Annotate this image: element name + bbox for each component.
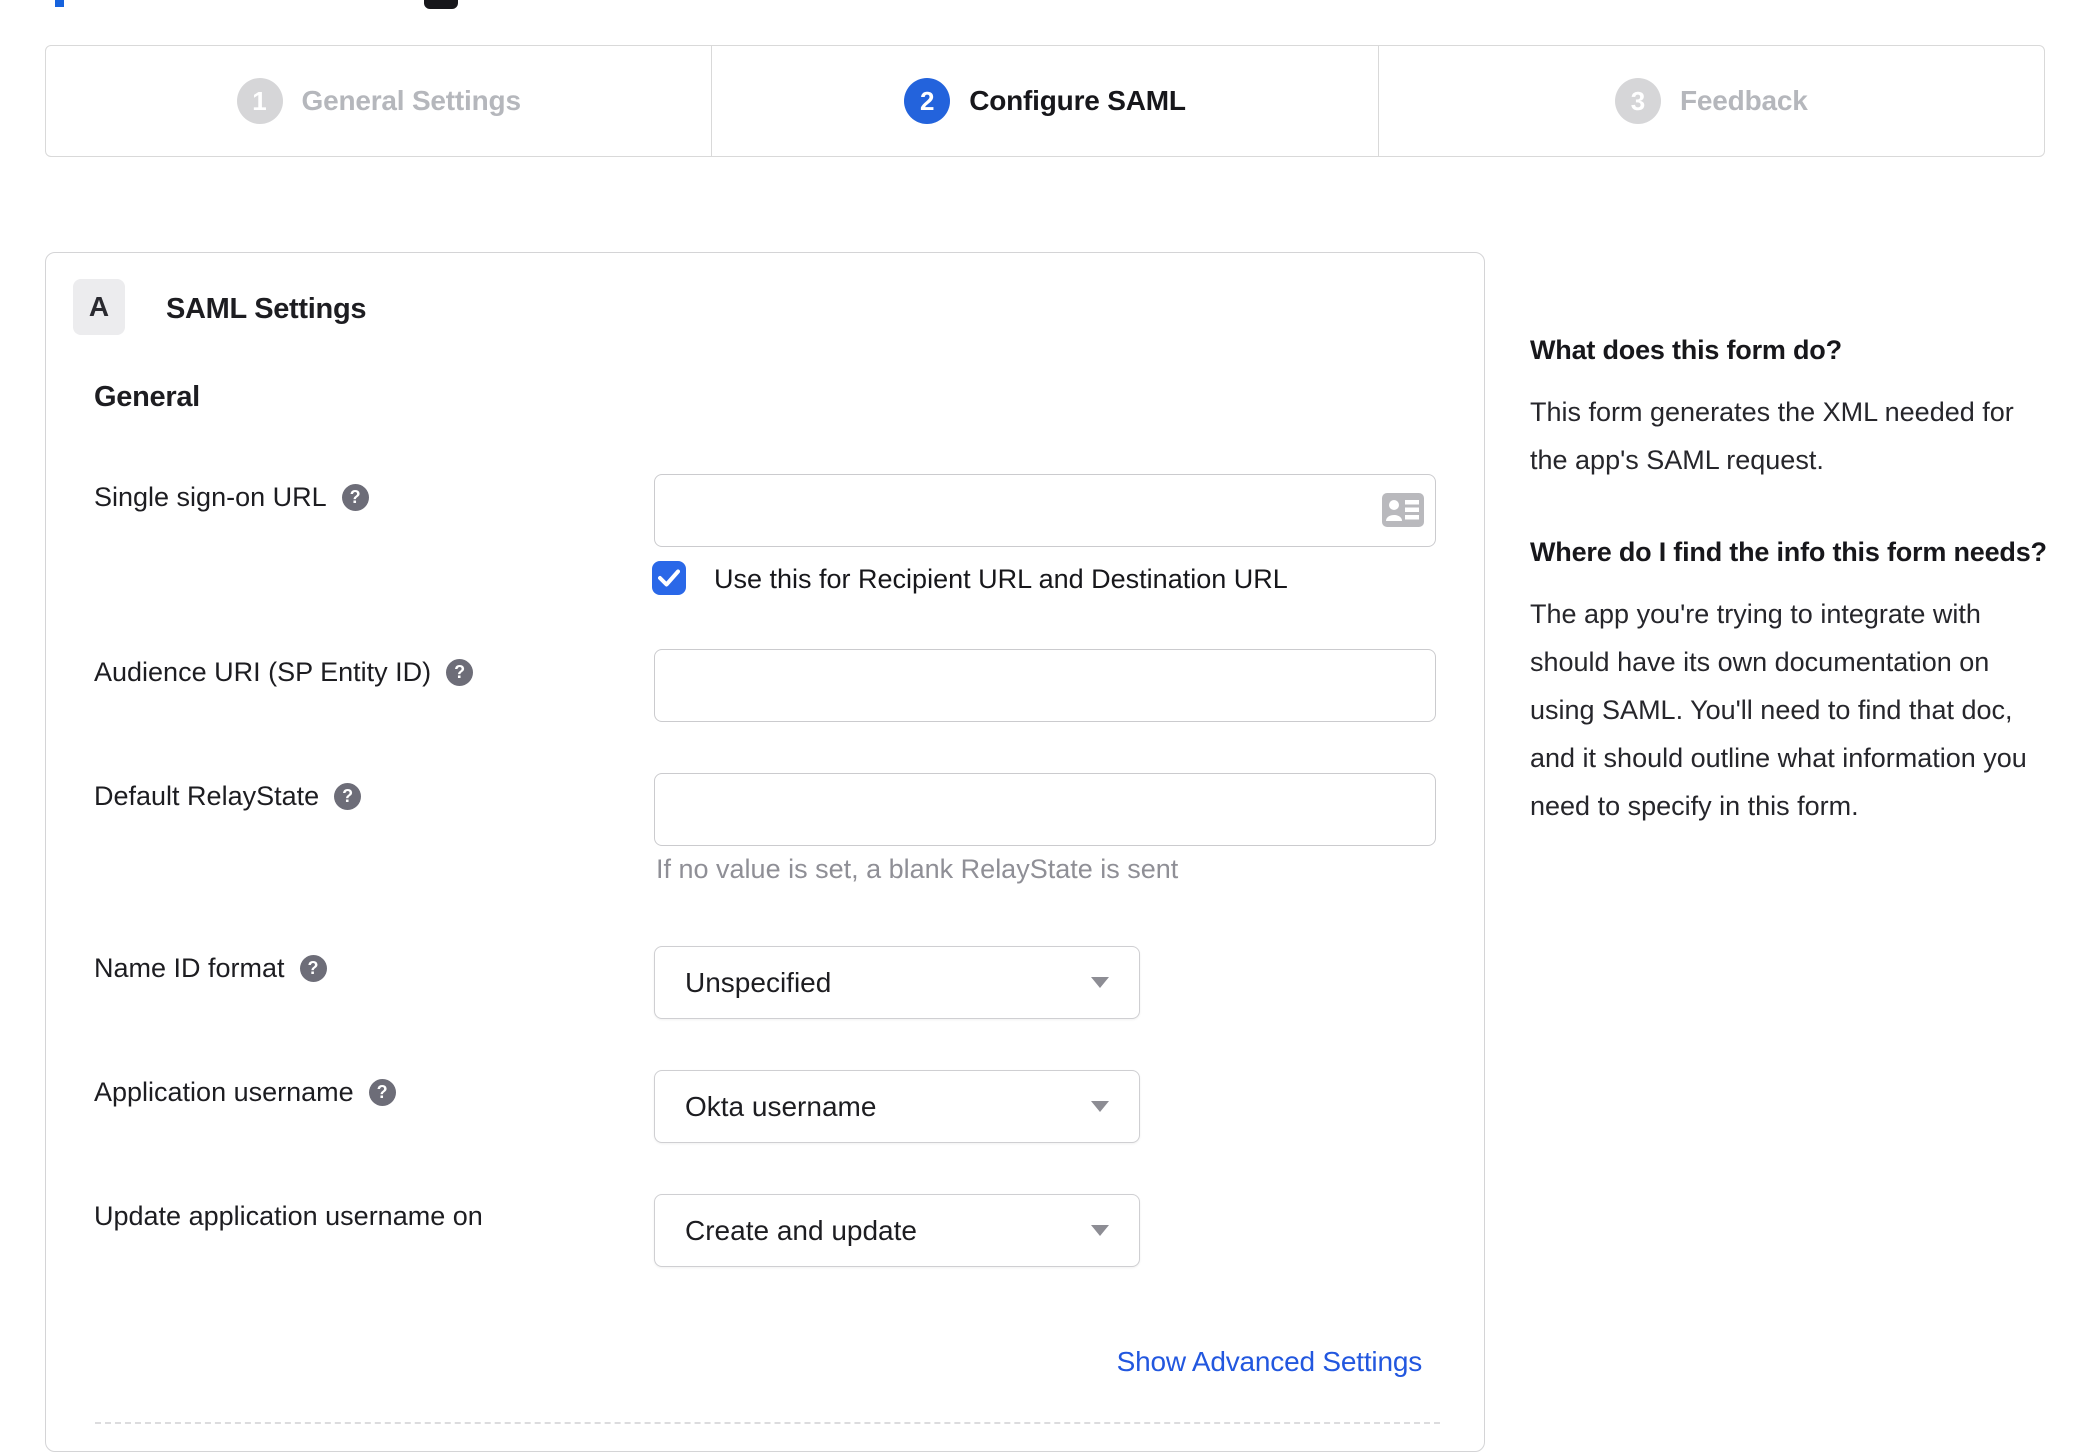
sso-url-input[interactable]: [654, 474, 1436, 547]
step-general-settings[interactable]: 1 General Settings: [46, 46, 711, 156]
chevron-down-icon: [1091, 977, 1109, 988]
card-title: SAML Settings: [166, 293, 367, 325]
nameid-format-value: Unspecified: [685, 966, 832, 998]
update-username-label: Update application username on: [94, 1201, 483, 1232]
app-username-select[interactable]: Okta username: [654, 1070, 1140, 1143]
relaystate-label-text: Default RelayState: [94, 781, 320, 811]
relaystate-label: Default RelayState ?: [94, 781, 362, 812]
audience-uri-help-icon[interactable]: ?: [446, 659, 474, 686]
step-2-circle: 2: [904, 78, 951, 124]
cropped-header-fragment-title-descender: [424, 0, 458, 9]
step-3-label: Feedback: [1680, 85, 1808, 116]
chevron-down-icon: [1091, 1225, 1109, 1236]
update-username-label-text: Update application username on: [94, 1201, 483, 1231]
audience-uri-input[interactable]: [654, 649, 1436, 722]
wizard-stepper: 1 General Settings 2 Configure SAML 3 Fe…: [45, 45, 2045, 157]
sso-url-help-icon[interactable]: ?: [341, 484, 369, 511]
update-username-value: Create and update: [685, 1214, 917, 1246]
help-answer-2: The app you're trying to integrate with …: [1530, 599, 2027, 821]
help-question-2: Where do I find the info this form needs…: [1530, 537, 2047, 567]
app-username-help-icon[interactable]: ?: [368, 1079, 396, 1106]
sso-url-label: Single sign-on URL ?: [94, 482, 369, 513]
step-1-label: General Settings: [301, 85, 522, 116]
app-username-label-text: Application username: [94, 1077, 354, 1107]
nameid-format-help-icon[interactable]: ?: [299, 955, 327, 982]
help-sidebar: What does this form do? This form genera…: [1530, 326, 2048, 830]
saml-settings-card: A SAML Settings General Single sign-on U…: [45, 252, 1485, 1452]
relaystate-input[interactable]: [654, 773, 1436, 846]
nameid-format-label-text: Name ID format: [94, 953, 285, 983]
sso-checkbox-label: Use this for Recipient URL and Destinati…: [714, 564, 1288, 594]
cropped-header-fragment-blue: [55, 0, 64, 7]
step-feedback[interactable]: 3 Feedback: [1377, 46, 2044, 156]
audience-uri-label-text: Audience URI (SP Entity ID): [94, 657, 432, 687]
section-a-badge: A: [73, 279, 125, 335]
step-2-label: Configure SAML: [969, 85, 1186, 116]
general-section-heading: General: [94, 381, 200, 413]
step-1-circle: 1: [236, 78, 283, 124]
update-username-select[interactable]: Create and update: [654, 1194, 1140, 1267]
audience-uri-label: Audience URI (SP Entity ID) ?: [94, 657, 474, 688]
app-username-value: Okta username: [685, 1090, 877, 1122]
okta-configure-saml-page: { "stepper": { "steps": [ {"number": "1"…: [0, 0, 2092, 1452]
nameid-format-select[interactable]: Unspecified: [654, 946, 1140, 1019]
step-3-circle: 3: [1615, 78, 1662, 124]
relaystate-note: If no value is set, a blank RelayState i…: [656, 854, 1179, 884]
relaystate-help-icon[interactable]: ?: [334, 783, 362, 810]
app-username-label: Application username ?: [94, 1077, 396, 1108]
dashed-divider: [95, 1422, 1440, 1424]
check-icon: [658, 569, 680, 587]
help-answer-1: This form generates the XML needed for t…: [1530, 397, 2014, 475]
step-configure-saml[interactable]: 2 Configure SAML: [711, 46, 1377, 156]
nameid-format-label: Name ID format ?: [94, 953, 327, 984]
sso-url-label-text: Single sign-on URL: [94, 482, 327, 512]
help-question-1: What does this form do?: [1530, 335, 1842, 365]
chevron-down-icon: [1091, 1101, 1109, 1112]
sso-checkbox[interactable]: [652, 561, 686, 595]
show-advanced-settings-link[interactable]: Show Advanced Settings: [1117, 1346, 1423, 1378]
